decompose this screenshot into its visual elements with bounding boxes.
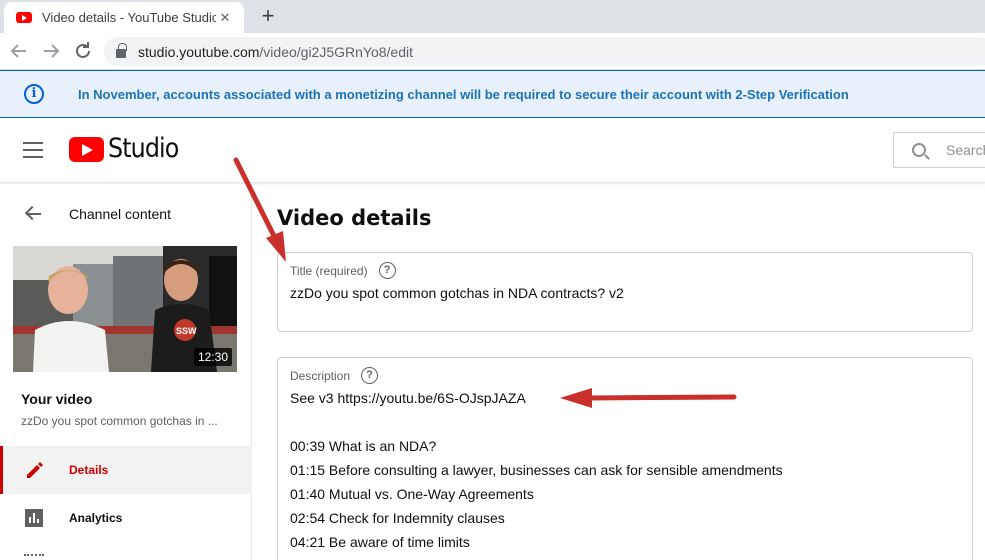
back-arrow-icon xyxy=(10,44,26,58)
pencil-icon xyxy=(27,462,43,478)
youtube-logo-icon[interactable] xyxy=(69,137,104,162)
new-tab-button[interactable]: + xyxy=(256,4,280,28)
title-label-text: Title (required) xyxy=(290,263,368,278)
sidebar-item-label: Analytics xyxy=(69,511,123,525)
url-host: studio.youtube.com xyxy=(138,43,260,60)
title-input[interactable]: zzDo you spot common gotchas in NDA cont… xyxy=(290,285,624,301)
sidebar: Channel content SSW 12:30 Your video zzD… xyxy=(0,184,252,560)
your-video-label: Your video xyxy=(21,391,93,407)
forward-button[interactable] xyxy=(39,39,63,63)
reload-button[interactable] xyxy=(71,39,95,63)
description-line[interactable]: 00:39 What is an NDA? xyxy=(290,438,436,454)
browser-tab-strip: Video details - YouTube Studio ✕ + xyxy=(0,0,985,33)
help-icon[interactable]: ? xyxy=(361,367,379,384)
sidebar-video-title: zzDo you spot common gotchas in ... xyxy=(21,414,218,428)
youtube-favicon-icon xyxy=(16,12,32,23)
page-title: Video details xyxy=(277,206,432,230)
browser-tab[interactable]: Video details - YouTube Studio ✕ xyxy=(4,2,244,33)
description-line[interactable]: 02:54 Check for Indemnity clauses xyxy=(290,510,505,526)
svg-text:SSW: SSW xyxy=(176,326,197,336)
menu-icon[interactable] xyxy=(23,142,43,158)
description-line[interactable]: See v3 https://youtu.be/6S-OJspJAZA xyxy=(290,390,526,406)
sidebar-item-analytics[interactable]: Analytics xyxy=(0,494,252,542)
title-field-label: Title (required) ? xyxy=(290,262,396,279)
description-field-label: Description ? xyxy=(290,367,379,384)
analytics-icon xyxy=(25,509,43,527)
tab-title: Video details - YouTube Studio xyxy=(42,10,216,25)
description-field[interactable]: Description ? See v3 https://youtu.be/6S… xyxy=(277,357,973,560)
studio-logo-text: Studio xyxy=(108,133,179,164)
studio-header: Studio Search xyxy=(0,118,985,183)
close-icon[interactable]: ✕ xyxy=(216,10,234,26)
browser-toolbar: studio.youtube.com/video/gi2J5GRnYo8/edi… xyxy=(0,33,985,70)
sidebar-item-details[interactable]: Details xyxy=(0,446,252,494)
channel-content-link[interactable]: Channel content xyxy=(69,206,171,222)
screen: Video details - YouTube Studio ✕ + studi… xyxy=(0,0,985,560)
title-field[interactable]: Title (required) ? zzDo you spot common … xyxy=(277,252,973,332)
lock-icon xyxy=(116,42,127,58)
search-icon xyxy=(912,143,926,157)
editor-icon xyxy=(24,554,44,560)
url-path: /video/gi2J5GRnYo8/edit xyxy=(259,43,413,60)
sidebar-item-label: Details xyxy=(69,463,109,477)
description-line[interactable]: 01:40 Mutual vs. One-Way Agreements xyxy=(290,486,534,502)
video-thumbnail[interactable]: SSW 12:30 xyxy=(13,246,237,372)
search-placeholder: Search xyxy=(946,142,985,158)
description-line[interactable]: 04:21 Be aware of time limits xyxy=(290,534,470,550)
duration-badge: 12:30 xyxy=(193,348,232,366)
back-arrow-icon[interactable] xyxy=(24,204,44,224)
info-icon: i xyxy=(24,84,44,104)
address-bar[interactable]: studio.youtube.com/video/gi2J5GRnYo8/edi… xyxy=(104,37,985,66)
banner-text: In November, accounts associated with a … xyxy=(78,86,849,102)
description-line[interactable]: 01:15 Before consulting a lawyer, busine… xyxy=(290,462,783,478)
search-box[interactable]: Search xyxy=(893,132,985,168)
help-icon[interactable]: ? xyxy=(378,262,396,279)
back-button[interactable] xyxy=(7,39,31,63)
info-banner: i In November, accounts associated with … xyxy=(0,70,985,118)
reload-icon xyxy=(76,42,90,58)
forward-arrow-icon xyxy=(44,44,60,58)
description-label-text: Description xyxy=(290,368,351,383)
